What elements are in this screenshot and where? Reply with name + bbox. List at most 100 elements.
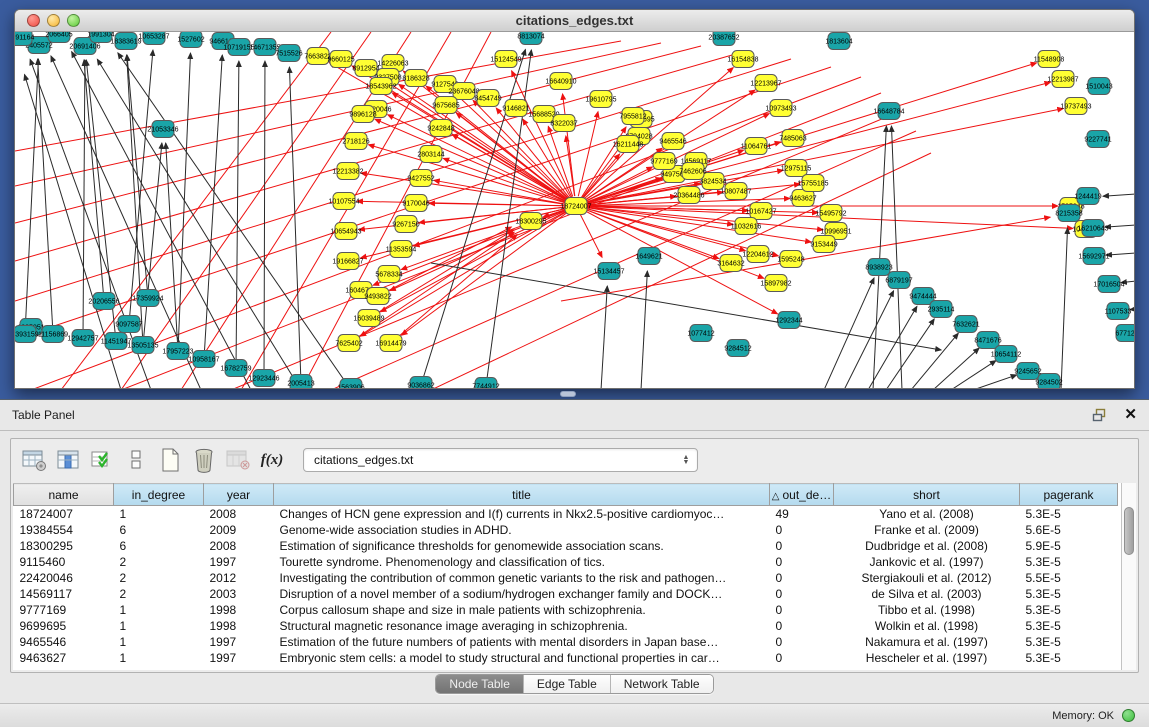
graph-node[interactable]: 1563906 — [337, 379, 364, 389]
table-cell[interactable]: Nakamura et al. (1997) — [834, 634, 1020, 650]
graph-node[interactable]: 6591164 — [15, 32, 34, 46]
table-cell[interactable]: 14569117 — [14, 586, 114, 602]
table-cell[interactable]: 0 — [770, 522, 834, 538]
graph-node[interactable]: 9463627 — [789, 190, 816, 207]
close-panel-icon[interactable]: ✕ — [1124, 408, 1137, 422]
graph-node[interactable]: 20387652 — [708, 32, 739, 46]
graph-node[interactable]: 8454749 — [474, 90, 501, 107]
graph-node[interactable]: 12213987 — [1047, 71, 1078, 88]
table-cell[interactable]: 2008 — [204, 538, 274, 554]
graph-node[interactable]: 11032616 — [731, 218, 762, 235]
graph-node[interactable]: 15124549 — [490, 51, 521, 68]
table-cell[interactable]: 0 — [770, 618, 834, 634]
tab-edge-table[interactable]: Edge Table — [524, 675, 611, 693]
tab-node-table[interactable]: Node Table — [436, 675, 524, 693]
table-cell[interactable]: 5.3E-5 — [1020, 554, 1118, 570]
graph-node[interactable]: 2066405 — [45, 32, 72, 43]
column-header-title[interactable]: title — [274, 484, 770, 506]
table-cell[interactable]: 2 — [114, 570, 204, 586]
table-cell[interactable]: Jankovic et al. (1997) — [834, 554, 1020, 570]
graph-node[interactable]: 9896128 — [349, 106, 376, 123]
graph-node[interactable]: 19737493 — [1060, 98, 1091, 115]
table-cell[interactable]: Dudbridge et al. (2008) — [834, 538, 1020, 554]
graph-node[interactable]: 12204612 — [742, 246, 773, 263]
graph-node[interactable]: 15495792 — [815, 205, 846, 222]
table-cell[interactable]: 2012 — [204, 570, 274, 586]
table-cell[interactable]: 1998 — [204, 618, 274, 634]
table-row[interactable]: 946554611997Estimation of the future num… — [14, 634, 1118, 650]
node-table[interactable]: namein_degreeyeartitle△out_de…shortpager… — [13, 483, 1118, 666]
graph-node[interactable]: 7632621 — [952, 316, 979, 333]
table-cell[interactable]: 5.3E-5 — [1020, 634, 1118, 650]
table-cell[interactable]: 5.6E-5 — [1020, 522, 1118, 538]
table-cell[interactable]: 1997 — [204, 650, 274, 666]
table-cell[interactable]: 18724007 — [14, 506, 114, 522]
table-cell[interactable]: 0 — [770, 538, 834, 554]
table-cell[interactable]: 1998 — [204, 602, 274, 618]
table-cell[interactable]: 6 — [114, 538, 204, 554]
graph-node[interactable]: 13505135 — [127, 337, 158, 354]
graph-node[interactable]: 7625402 — [335, 335, 362, 352]
table-cell[interactable]: Embryonic stem cells: a model to study s… — [274, 650, 770, 666]
float-panel-icon[interactable] — [1092, 408, 1108, 422]
zoom-window-button[interactable] — [67, 14, 80, 27]
table-cell[interactable]: 5.9E-5 — [1020, 538, 1118, 554]
table-cell[interactable]: 1 — [114, 602, 204, 618]
graph-node[interactable]: 1107533 — [1105, 303, 1132, 320]
table-row[interactable]: 1456911722003Disruption of a novel membe… — [14, 586, 1118, 602]
graph-node[interactable]: 9675685 — [432, 97, 459, 114]
graph-node[interactable]: 7462606 — [679, 163, 706, 180]
graph-node[interactable]: 2803144 — [417, 146, 444, 163]
show-column-button[interactable] — [53, 445, 83, 475]
table-cell[interactable]: 5.3E-5 — [1020, 602, 1118, 618]
graph-node[interactable]: 16914479 — [375, 335, 406, 352]
table-cell[interactable]: 0 — [770, 650, 834, 666]
table-cell[interactable]: Disruption of a novel member of a sodium… — [274, 586, 770, 602]
graph-node[interactable]: 16211448 — [613, 136, 644, 153]
graph-node[interactable]: 15692971 — [1078, 248, 1109, 265]
graph-node[interactable]: 2935114 — [928, 301, 955, 318]
graph-node[interactable]: 7744912 — [472, 378, 499, 389]
import-table-button[interactable] — [87, 445, 117, 475]
graph-node[interactable]: 9427552 — [407, 170, 434, 187]
graph-node[interactable]: 7955812 — [619, 108, 646, 125]
table-mode-button[interactable] — [19, 445, 49, 475]
merge-rows-button[interactable] — [121, 445, 151, 475]
graph-node[interactable]: 10654112 — [991, 346, 1022, 363]
table-cell[interactable]: 9463627 — [14, 650, 114, 666]
graph-node[interactable]: 11548908 — [1034, 51, 1065, 68]
graph-node[interactable]: 9493822 — [364, 288, 391, 305]
graph-node[interactable]: 9097587 — [115, 316, 142, 333]
minimize-window-button[interactable] — [47, 14, 60, 27]
table-row[interactable]: 1830029562008Estimation of significance … — [14, 538, 1118, 554]
table-cell[interactable]: Franke et al. (2009) — [834, 522, 1020, 538]
column-header-in_degree[interactable]: in_degree — [114, 484, 204, 506]
graph-node[interactable]: 19610795 — [585, 91, 616, 108]
pane-divider-grip[interactable] — [560, 391, 576, 397]
table-row[interactable]: 1872400712008Changes of HCN gene express… — [14, 506, 1118, 522]
table-cell[interactable]: 9115460 — [14, 554, 114, 570]
graph-node[interactable]: 7485063 — [779, 130, 806, 147]
table-cell[interactable]: 6 — [114, 522, 204, 538]
function-builder-button[interactable]: f(x) — [257, 445, 287, 475]
table-cell[interactable]: 1 — [114, 618, 204, 634]
table-cell[interactable]: 1 — [114, 650, 204, 666]
table-cell[interactable]: 0 — [770, 586, 834, 602]
table-cell[interactable]: 5.3E-5 — [1020, 506, 1118, 522]
graph-node[interactable]: 1292344 — [775, 312, 802, 329]
table-cell[interactable]: 2008 — [204, 506, 274, 522]
graph-node[interactable]: 10167427 — [745, 203, 776, 220]
graph-node[interactable]: 17016504 — [1093, 276, 1124, 293]
graph-node[interactable]: 11156869 — [38, 326, 68, 343]
column-header-out_de[interactable]: △out_de… — [770, 484, 834, 506]
table-row[interactable]: 969969511998Structural magnetic resonanc… — [14, 618, 1118, 634]
graph-node[interactable]: 10653287 — [138, 32, 169, 45]
table-cell[interactable]: 18300295 — [14, 538, 114, 554]
column-header-pagerank[interactable]: pagerank — [1020, 484, 1118, 506]
table-row[interactable]: 977716911998Corpus callosum shape and si… — [14, 602, 1118, 618]
table-cell[interactable]: 5.3E-5 — [1020, 618, 1118, 634]
table-cell[interactable]: 49 — [770, 506, 834, 522]
table-cell[interactable]: Genome-wide association studies in ADHD. — [274, 522, 770, 538]
graph-node[interactable]: 9036862 — [407, 377, 434, 389]
window-titlebar[interactable]: citations_edges.txt — [15, 10, 1134, 32]
